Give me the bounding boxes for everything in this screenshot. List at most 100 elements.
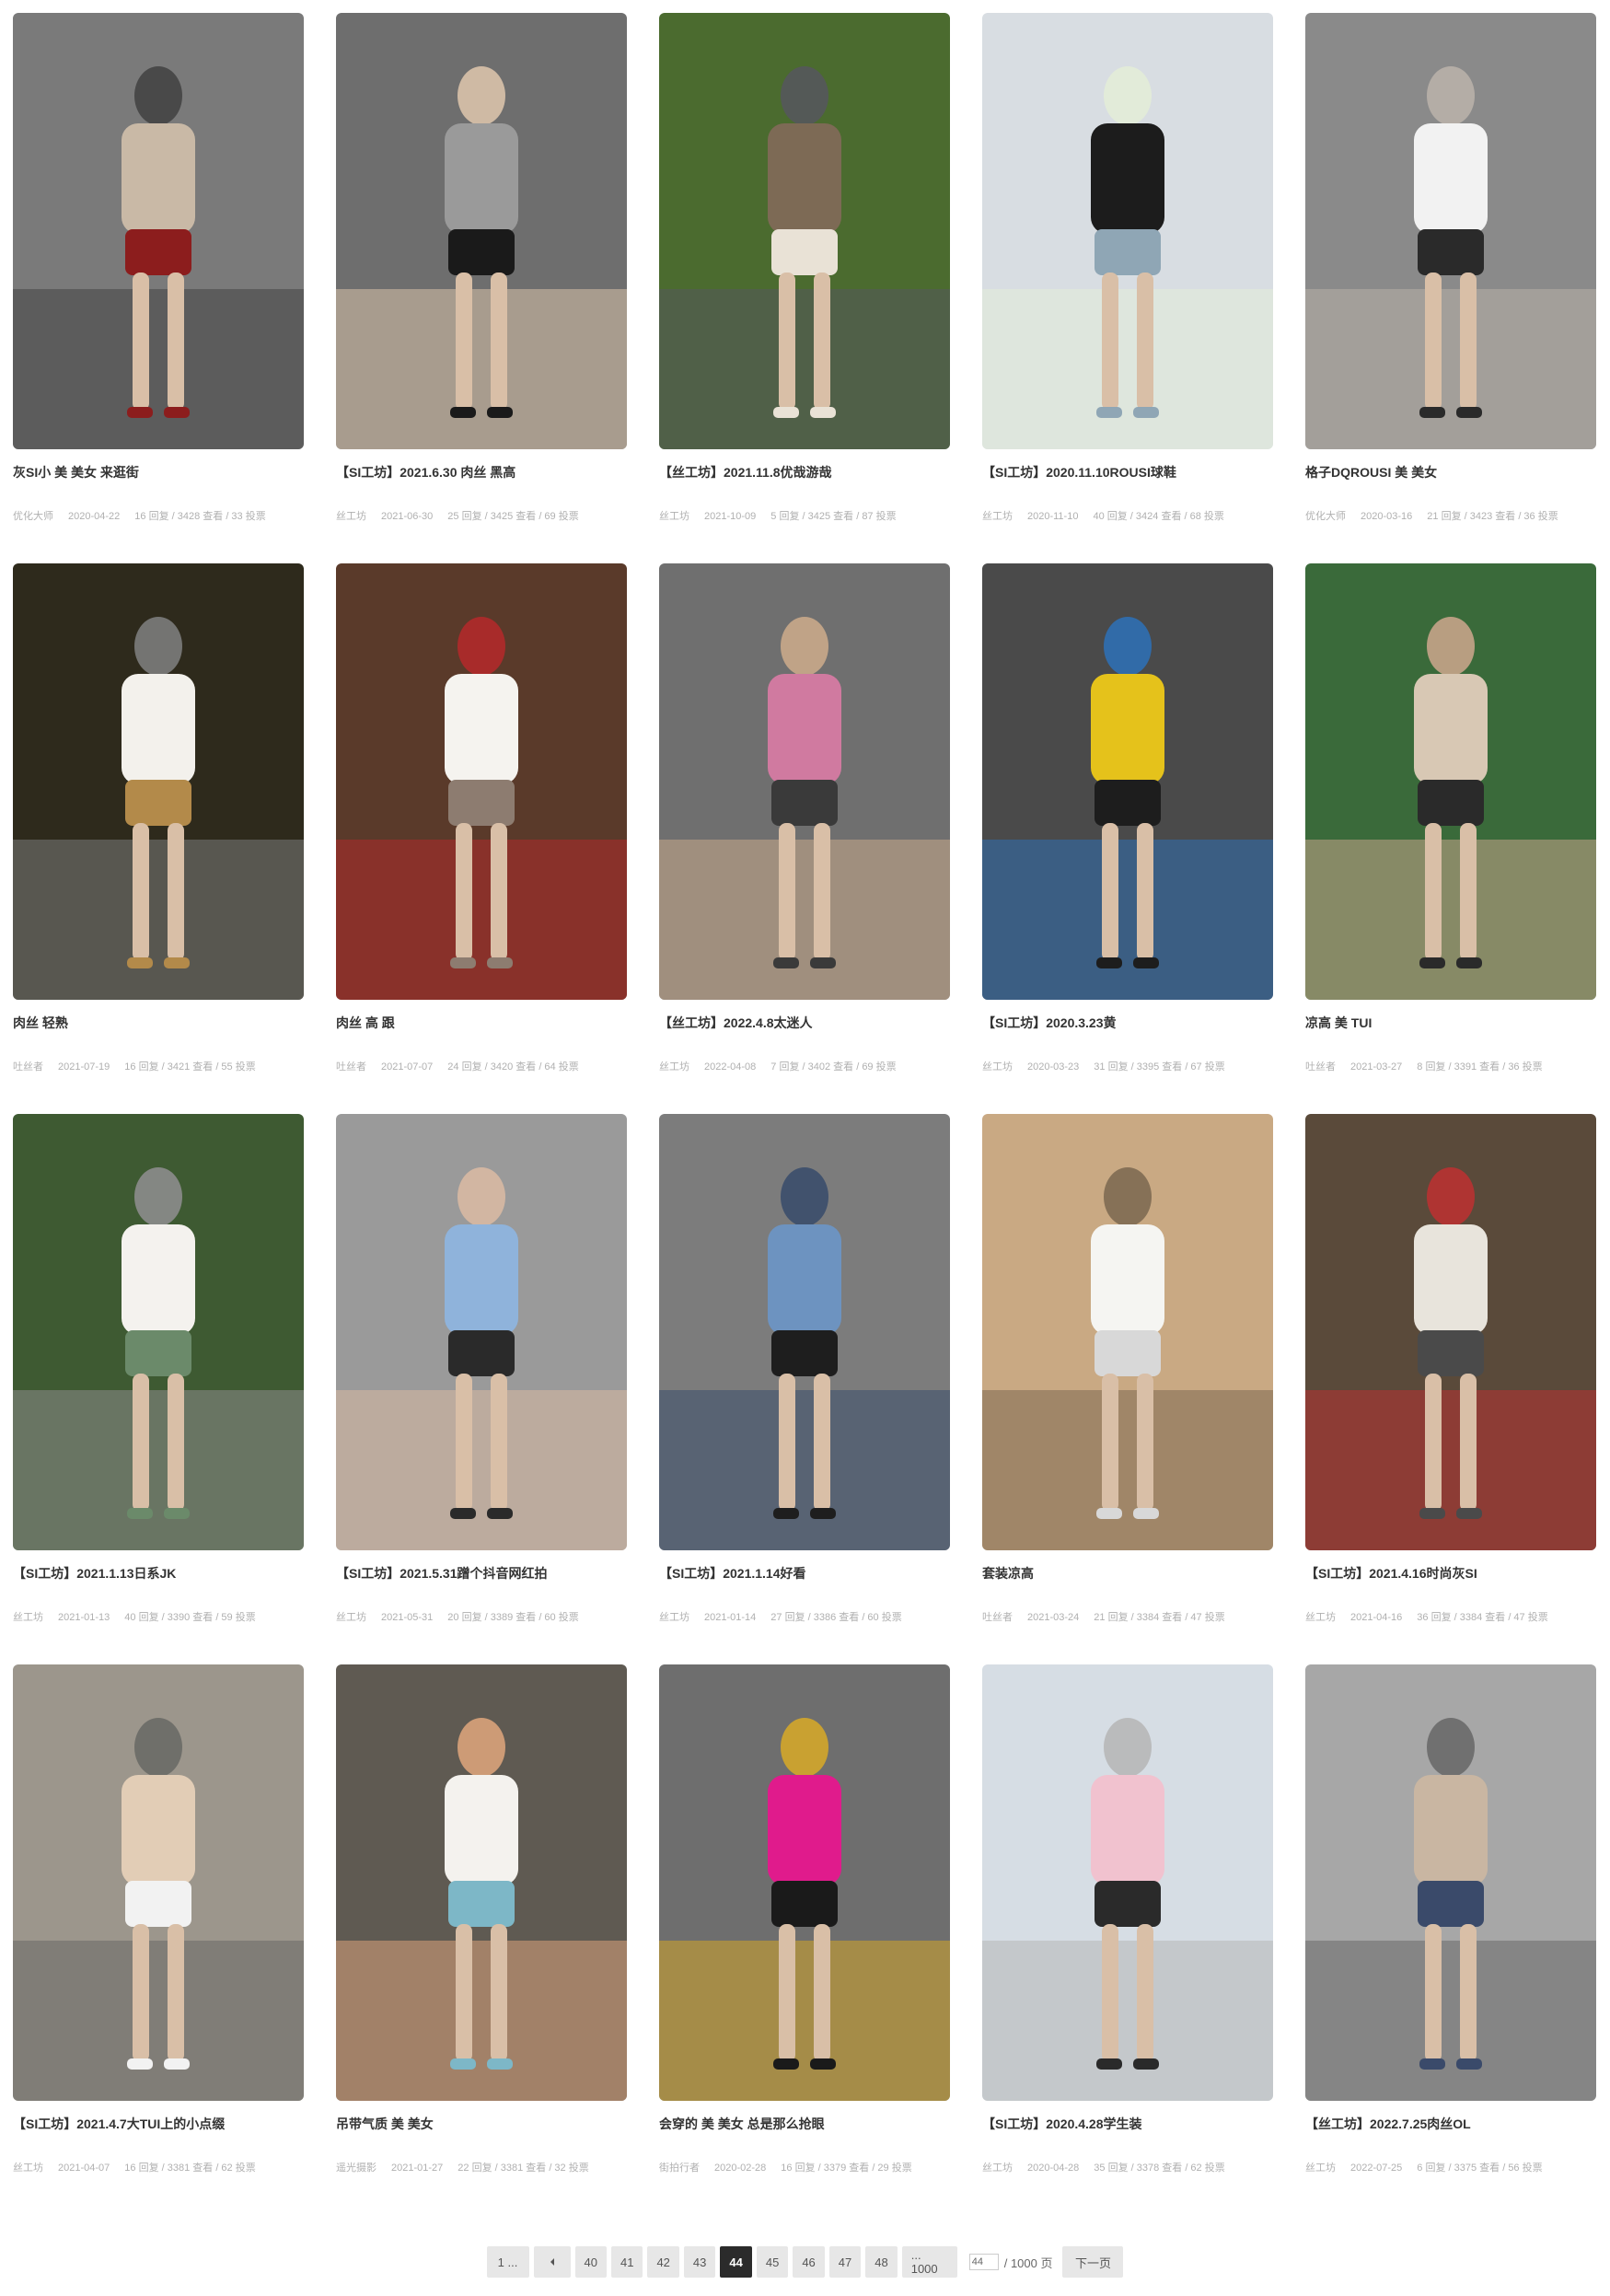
page-last[interactable]: ... 1000 [901, 2246, 957, 2278]
post-author[interactable]: 吐丝者 [13, 1061, 43, 1073]
page-number[interactable]: 48 [865, 2246, 898, 2278]
post-author[interactable]: 丝工坊 [982, 1061, 1013, 1073]
page-prev-button[interactable] [533, 2246, 571, 2278]
post-title[interactable]: 【SI工坊】2020.3.23黄 [982, 1014, 1117, 1032]
post-thumbnail[interactable] [982, 1114, 1273, 1550]
post-thumbnail[interactable] [13, 1114, 304, 1550]
post-title[interactable]: 格子DQROUSI 美 美女 [1305, 463, 1437, 481]
post-thumbnail[interactable] [336, 563, 627, 1000]
page-number[interactable]: 40 [574, 2246, 607, 2278]
post-author[interactable]: 优化大师 [13, 511, 53, 522]
post-author[interactable]: 丝工坊 [1305, 1612, 1336, 1623]
page-number[interactable]: 44 [720, 2246, 752, 2278]
photo-image [1305, 13, 1596, 449]
post-author[interactable]: 吐丝者 [1305, 1061, 1336, 1073]
post-author[interactable]: 丝工坊 [659, 1612, 689, 1623]
post-card: 【SI工坊】2021.1.13日系JK 丝工坊 2021-01-13 40 回复 / … [13, 1114, 304, 1664]
post-stats: 24 回复 / 3420 查看 / 64 投票 [447, 1061, 579, 1073]
post-thumbnail[interactable] [659, 1114, 950, 1550]
photo-image [982, 1664, 1273, 2101]
post-meta: 丝工坊 2020-11-10 40 回复 / 3424 查看 / 68 投票 [982, 508, 1239, 523]
post-thumbnail[interactable] [659, 1664, 950, 2101]
post-title[interactable]: 【SI工坊】2021.4.7大TUI上的小点缀 [13, 2115, 225, 2133]
post-card: 肉丝 高 跟吐丝者 2021-07-07 24 回复 / 3420 查看 / 64 … [336, 563, 627, 1114]
post-title[interactable]: 【SI工坊】2020.11.10ROUSI球鞋 [982, 463, 1176, 481]
post-card: 肉丝 轻熟 吐丝者 2021-07-19 16 回复 / 3421 查看 / 55 投… [13, 563, 304, 1114]
post-title[interactable]: 凉高 美 TUI [1305, 1014, 1372, 1032]
post-author[interactable]: 吐丝者 [982, 1612, 1013, 1623]
post-stats: 20 回复 / 3389 查看 / 60 投票 [447, 1612, 579, 1623]
post-title[interactable]: 吊带气质 美 美女 [336, 2115, 434, 2133]
page-first[interactable]: 1 ... [486, 2246, 529, 2278]
post-author[interactable]: 遥光摄影 [336, 2163, 376, 2174]
post-author[interactable]: 丝工坊 [659, 511, 689, 522]
post-date: 2021-05-31 [381, 1612, 434, 1623]
post-date: 2020-11-10 [1027, 511, 1079, 522]
post-author[interactable]: 丝工坊 [13, 2163, 43, 2174]
post-thumbnail[interactable] [336, 1664, 627, 2101]
post-thumbnail[interactable] [13, 13, 304, 449]
page-number[interactable]: 45 [756, 2246, 789, 2278]
post-author[interactable]: 优化大师 [1305, 511, 1346, 522]
post-author[interactable]: 丝工坊 [982, 511, 1013, 522]
post-title[interactable]: 会穿的 美 美女 总是那么抢眼 [659, 2115, 825, 2133]
post-author[interactable]: 丝工坊 [982, 2163, 1013, 2174]
post-meta: 丝工坊 2022-04-08 7 回复 / 3402 查看 / 69 投票 [659, 1059, 911, 1073]
post-title[interactable]: 套装凉高 [982, 1564, 1034, 1583]
post-title[interactable]: 肉丝 轻熟 [13, 1014, 68, 1032]
post-title[interactable]: 【SI工坊】2021.4.16时尚灰SI [1305, 1564, 1477, 1583]
post-thumbnail[interactable] [982, 13, 1273, 449]
post-thumbnail[interactable] [1305, 13, 1596, 449]
page-number[interactable]: 47 [828, 2246, 862, 2278]
post-thumbnail[interactable] [1305, 1114, 1596, 1550]
page-number[interactable]: 42 [647, 2246, 679, 2278]
post-card: 【SI工坊】2021.5.31蹭个抖音网红拍丝工坊 2021-05-31 20 回复… [336, 1114, 627, 1664]
post-title[interactable]: 【丝工坊】2022.7.25肉丝OL [1305, 2115, 1471, 2133]
post-thumbnail[interactable] [982, 563, 1273, 1000]
post-thumbnail[interactable] [659, 13, 950, 449]
photo-image [336, 563, 627, 1000]
page-number[interactable]: 46 [793, 2246, 825, 2278]
post-title[interactable]: 肉丝 高 跟 [336, 1014, 395, 1032]
post-thumbnail[interactable] [982, 1664, 1273, 2101]
post-author[interactable]: 丝工坊 [336, 511, 366, 522]
photo-image [1305, 563, 1596, 1000]
post-thumbnail[interactable] [13, 1664, 304, 2101]
post-card: 【SI工坊】2021.4.16时尚灰SI 丝工坊 2021-04-16 36 回复 /… [1305, 1114, 1596, 1664]
next-page-button[interactable]: 下一页 [1062, 2246, 1124, 2278]
post-thumbnail[interactable] [336, 1114, 627, 1550]
post-meta: 优化大师 2020-03-16 21 回复 / 3423 查看 / 36 投票 [1305, 508, 1573, 523]
post-card: 【SI工坊】2021.6.30 肉丝 黑高 丝工坊 2021-06-30 25 回复 … [336, 13, 627, 563]
post-title[interactable]: 【丝工坊】2021.11.8优哉游哉 [659, 463, 832, 481]
post-meta: 丝工坊 2020-04-28 35 回复 / 3378 查看 / 62 投票 [982, 2160, 1240, 2174]
post-title[interactable]: 【SI工坊】2021.6.30 肉丝 黑高 [336, 463, 515, 481]
post-date: 2021-07-07 [381, 1061, 434, 1073]
post-author[interactable]: 丝工坊 [336, 1612, 366, 1623]
post-thumbnail[interactable] [1305, 1664, 1596, 2101]
post-title[interactable]: 【SI工坊】2020.4.28学生装 [982, 2115, 1142, 2133]
post-title[interactable]: 【SI工坊】2021.1.14好看 [659, 1564, 806, 1583]
post-author[interactable]: 丝工坊 [1305, 2163, 1336, 2174]
page-number[interactable]: 41 [610, 2246, 643, 2278]
post-thumbnail[interactable] [1305, 563, 1596, 1000]
post-author[interactable]: 街拍行者 [659, 2163, 700, 2174]
post-author[interactable]: 丝工坊 [13, 1612, 43, 1623]
post-date: 2020-04-22 [68, 511, 121, 522]
post-meta: 吐丝者 2021-03-24 21 回复 / 3384 查看 / 47 投票 [982, 1609, 1240, 1624]
post-title[interactable]: 【SI工坊】2021.5.31蹭个抖音网红拍 [336, 1564, 548, 1583]
post-stats: 36 回复 / 3384 查看 / 47 投票 [1417, 1612, 1548, 1623]
post-thumbnail[interactable] [659, 563, 950, 1000]
post-date: 2021-07-19 [58, 1061, 110, 1073]
post-thumbnail[interactable] [336, 13, 627, 449]
post-title[interactable]: 灰SI小 美 美女 来逛街 [13, 463, 139, 481]
post-title[interactable]: 【SI工坊】2021.1.13日系JK [13, 1564, 176, 1583]
page-number[interactable]: 43 [683, 2246, 716, 2278]
post-stats: 5 回复 / 3425 查看 / 87 投票 [770, 511, 897, 522]
post-author[interactable]: 丝工坊 [659, 1061, 689, 1073]
page-jump-input[interactable] [968, 2254, 999, 2270]
post-author[interactable]: 吐丝者 [336, 1061, 366, 1073]
post-title[interactable]: 【丝工坊】2022.4.8太迷人 [659, 1014, 813, 1032]
post-thumbnail[interactable] [13, 563, 304, 1000]
pagination: 1 ... 404142434445464748 ... 1000 / 1000… [0, 2246, 1610, 2278]
post-stats: 16 回复 / 3379 查看 / 29 投票 [781, 2163, 912, 2174]
